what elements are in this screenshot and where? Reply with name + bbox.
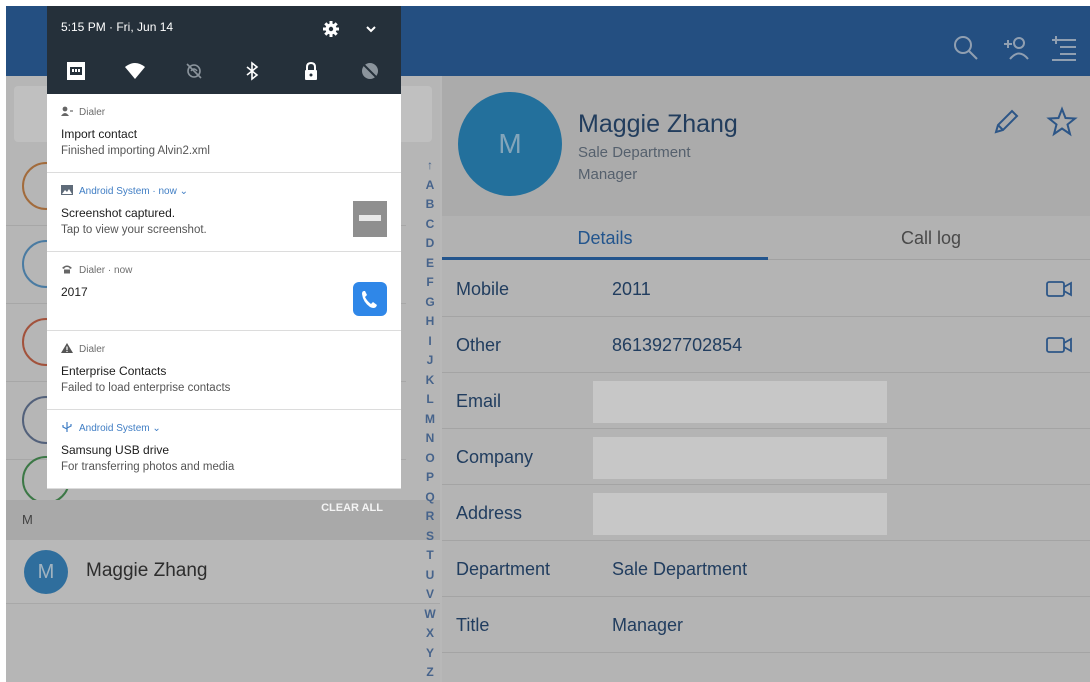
- wifi-icon[interactable]: [124, 60, 146, 82]
- notification-text: Tap to view your screenshot.: [61, 224, 207, 236]
- notification-app-name: Android System · now ⌄: [79, 186, 188, 197]
- clear-all-button[interactable]: CLEAR ALL: [321, 502, 383, 514]
- quick-settings-header: 5:15 PM · Fri, Jun 14: [47, 6, 401, 94]
- notification-app-label: Android System · now ⌄: [61, 185, 188, 197]
- image-icon: [61, 185, 73, 195]
- notification-text: Failed to load enterprise contacts: [61, 382, 231, 394]
- bluetooth-icon[interactable]: [241, 60, 263, 82]
- notification-dialer-call[interactable]: Dialer · now 2017: [47, 252, 401, 331]
- screenshot-thumbnail: [353, 201, 387, 237]
- shade-footer: CLEAR ALL: [47, 488, 401, 532]
- notification-app-label: Dialer · now: [61, 264, 132, 276]
- notification-shade: 5:15 PM · Fri, Jun 14 Dialer Import cont…: [47, 6, 401, 540]
- notification-app-label: Dialer: [61, 343, 105, 355]
- notification-app-name: Dialer · now: [79, 265, 133, 276]
- dialer-contact-icon: [61, 106, 73, 116]
- notification-usb-drive[interactable]: Android System ⌄ Samsung USB drive For t…: [47, 410, 401, 489]
- gear-icon[interactable]: [322, 20, 340, 38]
- notification-title: 2017: [61, 285, 88, 299]
- ethernet-icon[interactable]: [65, 60, 87, 82]
- notification-import-contact[interactable]: Dialer Import contact Finished importing…: [47, 94, 401, 173]
- chevron-down-icon[interactable]: [364, 22, 378, 36]
- notification-title: Screenshot captured.: [61, 206, 176, 220]
- notification-screenshot[interactable]: Android System · now ⌄ Screenshot captur…: [47, 173, 401, 252]
- notification-text: For transferring photos and media: [61, 461, 235, 473]
- notification-title: Enterprise Contacts: [61, 364, 167, 378]
- notification-app-label: Dialer: [61, 106, 105, 118]
- sync-off-icon[interactable]: [359, 60, 381, 82]
- notification-title: Import contact: [61, 127, 138, 141]
- lock-icon[interactable]: [300, 60, 322, 82]
- notification-app-name: Dialer: [79, 344, 106, 355]
- phone-handset-icon: [362, 291, 377, 308]
- app-screen: M M Maggie Zhang ↑ A B C D E F G H I J K L M N O P Q R S T U V…: [6, 6, 1090, 682]
- notification-title: Samsung USB drive: [61, 443, 170, 457]
- notification-app-name: Dialer: [79, 107, 106, 118]
- call-app-icon[interactable]: [353, 282, 387, 316]
- notification-text: Finished importing Alvin2.xml: [61, 145, 210, 157]
- notification-app-label: Android System ⌄: [61, 422, 161, 434]
- notification-app-name: Android System ⌄: [79, 423, 161, 434]
- phone-icon: [62, 265, 72, 274]
- warning-icon: [61, 343, 73, 353]
- notification-enterprise-contacts[interactable]: Dialer Enterprise Contacts Failed to loa…: [47, 331, 401, 410]
- status-time: 5:15 PM · Fri, Jun 14: [61, 20, 174, 34]
- nfc-off-icon[interactable]: [183, 60, 205, 82]
- usb-icon: [62, 422, 72, 432]
